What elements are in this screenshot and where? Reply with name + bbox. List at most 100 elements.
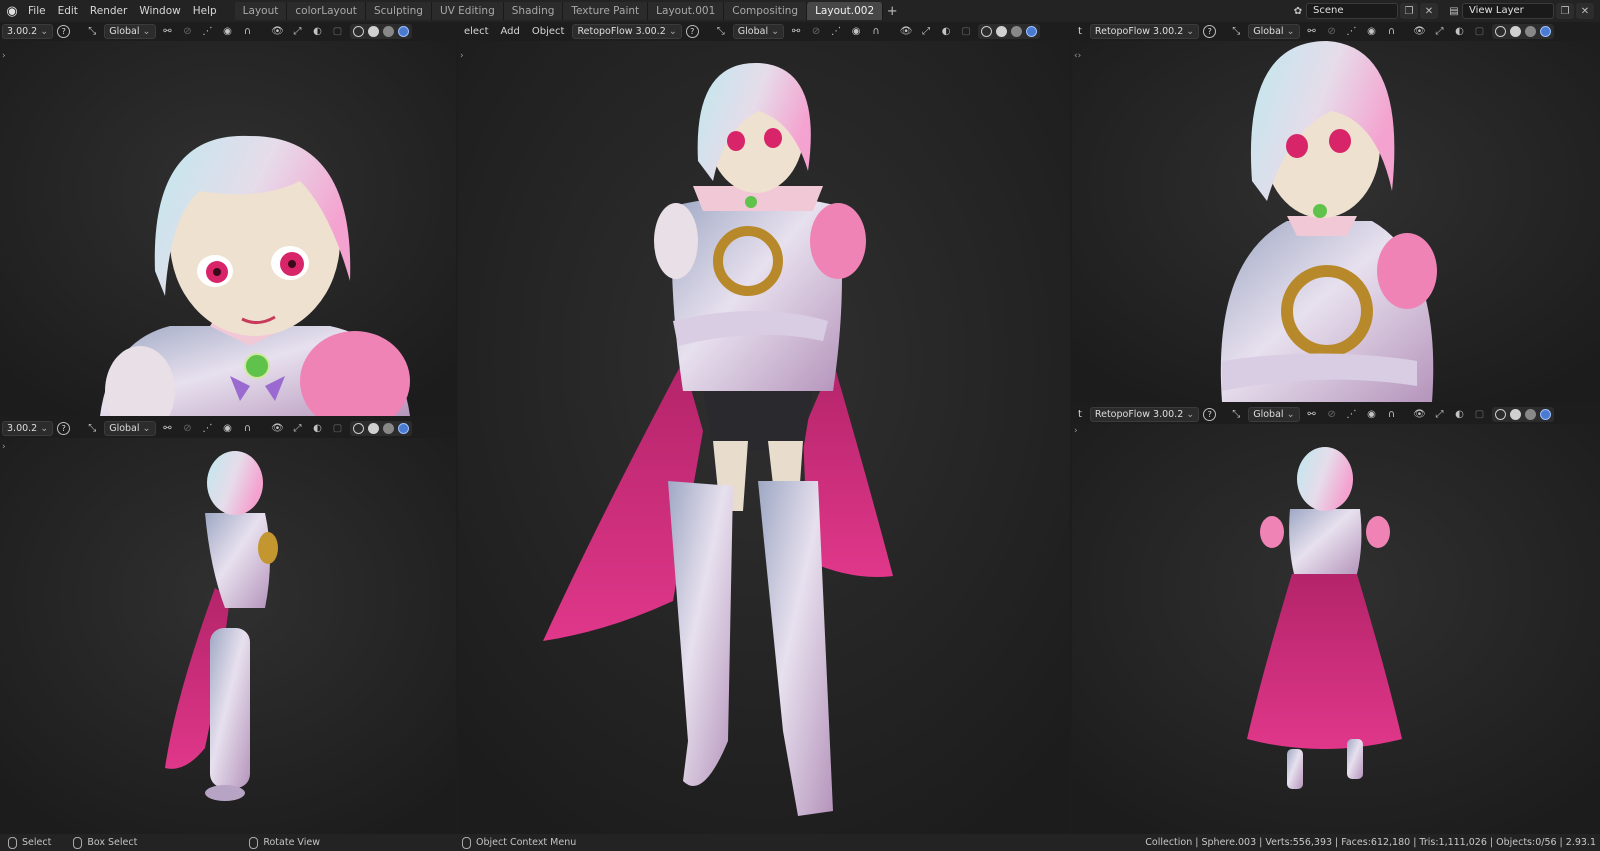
- snap-icon[interactable]: ⊘: [808, 24, 824, 39]
- falloff-icon[interactable]: ∩: [240, 24, 256, 39]
- help-icon[interactable]: ?: [1203, 407, 1217, 421]
- menu-truncated[interactable]: t: [1074, 26, 1086, 37]
- wireframe-shading-icon[interactable]: [1494, 408, 1506, 420]
- new-scene-icon[interactable]: ❐: [1400, 3, 1418, 19]
- help-icon[interactable]: ?: [57, 421, 71, 435]
- pivot-point-icon[interactable]: ⚯: [1304, 407, 1320, 422]
- rendered-shading-icon[interactable]: [397, 25, 409, 37]
- sidebar-toggle-icon[interactable]: ‹›: [1074, 51, 1081, 61]
- wireframe-shading-icon[interactable]: [1494, 25, 1506, 37]
- rendered-shading-icon[interactable]: [1539, 408, 1551, 420]
- snap-target-icon[interactable]: ⋰: [200, 24, 216, 39]
- material-shading-icon[interactable]: [382, 25, 394, 37]
- solid-shading-icon[interactable]: [367, 422, 379, 434]
- wireframe-shading-icon[interactable]: [352, 422, 364, 434]
- menu-edit[interactable]: Edit: [54, 0, 86, 22]
- gizmo-icon[interactable]: ⤢: [290, 24, 306, 39]
- menu-render[interactable]: Render: [86, 0, 135, 22]
- visibility-icon[interactable]: 👁: [270, 24, 286, 39]
- tab-layout[interactable]: Layout: [234, 2, 288, 20]
- remove-view-layer-icon[interactable]: ✕: [1576, 3, 1594, 19]
- xray-icon[interactable]: ▢: [330, 24, 346, 39]
- tab-sculpting[interactable]: Sculpting: [365, 2, 432, 20]
- tab-texture-paint[interactable]: Texture Paint: [563, 2, 649, 20]
- scene-field[interactable]: Scene: [1306, 3, 1398, 19]
- wireframe-shading-icon[interactable]: [352, 25, 364, 37]
- pivot-point-icon[interactable]: ⚯: [160, 421, 176, 436]
- add-workspace-icon[interactable]: +: [883, 4, 901, 19]
- proportional-edit-icon[interactable]: ◉: [220, 421, 236, 436]
- menu-help[interactable]: Help: [189, 0, 225, 22]
- proportional-edit-icon[interactable]: ◉: [220, 24, 236, 39]
- xray-icon[interactable]: ▢: [1472, 407, 1488, 422]
- visibility-icon[interactable]: 👁: [1412, 407, 1428, 422]
- sidebar-toggle-icon[interactable]: ›: [2, 442, 6, 452]
- proportional-edit-icon[interactable]: ◉: [1364, 24, 1380, 39]
- gizmo-icon[interactable]: ⤢: [1432, 24, 1448, 39]
- material-shading-icon[interactable]: [1011, 25, 1023, 37]
- proportional-edit-icon[interactable]: ◉: [1364, 407, 1380, 422]
- snap-target-icon[interactable]: ⋰: [1344, 407, 1360, 422]
- overlay-icon[interactable]: ◐: [1452, 24, 1468, 39]
- proportional-edit-icon[interactable]: ◉: [848, 24, 864, 39]
- transform-orientation-dropdown[interactable]: Global: [1248, 406, 1300, 422]
- overlay-icon[interactable]: ◐: [310, 24, 326, 39]
- menu-file[interactable]: File: [24, 0, 54, 22]
- pivot-point-icon[interactable]: ⚯: [160, 24, 176, 39]
- rendered-shading-icon[interactable]: [1539, 25, 1551, 37]
- snap-icon[interactable]: ⊘: [1324, 407, 1340, 422]
- xray-icon[interactable]: ▢: [330, 421, 346, 436]
- overlay-icon[interactable]: ◐: [1452, 407, 1468, 422]
- solid-shading-icon[interactable]: [996, 25, 1008, 37]
- transform-orientation-dropdown[interactable]: Global: [104, 23, 156, 39]
- snap-icon[interactable]: ⊘: [180, 421, 196, 436]
- gizmo-icon[interactable]: ⤢: [1432, 407, 1448, 422]
- transform-orientation-dropdown[interactable]: Global: [732, 23, 785, 39]
- viewport-center[interactable]: ›: [458, 41, 1070, 834]
- pivot-point-icon[interactable]: ⚯: [788, 24, 804, 39]
- tab-shading[interactable]: Shading: [503, 2, 564, 20]
- retopoflow-dropdown[interactable]: RetopoFlow 3.00.2: [572, 23, 682, 39]
- solid-shading-icon[interactable]: [1509, 408, 1521, 420]
- falloff-icon[interactable]: ∩: [240, 421, 256, 436]
- menu-select-truncated[interactable]: elect: [460, 26, 493, 37]
- retopoflow-dropdown[interactable]: RetopoFlow 3.00.2: [1089, 406, 1200, 422]
- solid-shading-icon[interactable]: [1509, 25, 1521, 37]
- retopoflow-dropdown[interactable]: RetopoFlow 3.00.2: [1089, 23, 1200, 39]
- help-icon[interactable]: ?: [57, 24, 71, 38]
- xray-icon[interactable]: ▢: [1472, 24, 1488, 39]
- falloff-icon[interactable]: ∩: [868, 24, 884, 39]
- solid-shading-icon[interactable]: [367, 25, 379, 37]
- sidebar-toggle-icon[interactable]: ›: [1074, 426, 1078, 436]
- pivot-point-icon[interactable]: ⚯: [1304, 24, 1320, 39]
- help-icon[interactable]: ?: [685, 24, 699, 38]
- material-shading-icon[interactable]: [1524, 408, 1536, 420]
- transform-orientation-dropdown[interactable]: Global: [1248, 23, 1300, 39]
- retopoflow-dropdown[interactable]: 3.00.2: [2, 420, 54, 436]
- gizmo-icon[interactable]: ⤢: [290, 421, 306, 436]
- menu-window[interactable]: Window: [135, 0, 188, 22]
- visibility-icon[interactable]: 👁: [1412, 24, 1428, 39]
- wireframe-shading-icon[interactable]: [981, 25, 993, 37]
- visibility-icon[interactable]: 👁: [270, 421, 286, 436]
- snap-target-icon[interactable]: ⋰: [200, 421, 216, 436]
- material-shading-icon[interactable]: [1524, 25, 1536, 37]
- viewport-top-left[interactable]: ›: [0, 41, 456, 416]
- view-layer-field[interactable]: View Layer: [1462, 3, 1554, 19]
- viewport-bottom-left[interactable]: ›: [0, 438, 456, 834]
- rendered-shading-icon[interactable]: [1026, 25, 1038, 37]
- snap-target-icon[interactable]: ⋰: [1344, 24, 1360, 39]
- menu-object[interactable]: Object: [528, 26, 569, 37]
- xray-icon[interactable]: ▢: [958, 24, 974, 39]
- overlay-icon[interactable]: ◐: [938, 24, 954, 39]
- menu-truncated[interactable]: t: [1074, 409, 1086, 420]
- snap-icon[interactable]: ⊘: [180, 24, 196, 39]
- viewport-top-right[interactable]: ‹›: [1072, 41, 1600, 402]
- transform-orientation-dropdown[interactable]: Global: [104, 420, 156, 436]
- snap-icon[interactable]: ⊘: [1324, 24, 1340, 39]
- sidebar-toggle-icon[interactable]: ›: [2, 51, 6, 61]
- sidebar-toggle-icon[interactable]: ›: [460, 51, 464, 61]
- rendered-shading-icon[interactable]: [397, 422, 409, 434]
- view-layer-icon[interactable]: ▤: [1446, 4, 1462, 19]
- tab-layout-001[interactable]: Layout.001: [648, 2, 725, 20]
